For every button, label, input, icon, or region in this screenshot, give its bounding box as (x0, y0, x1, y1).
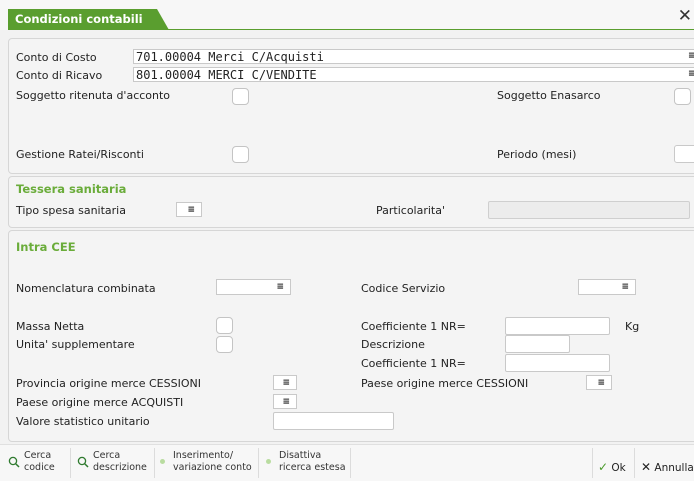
particolarita-label: Particolarita' (376, 204, 446, 217)
descrizione-field[interactable] (505, 335, 570, 353)
enasarco-label: Soggetto Enasarco (497, 89, 601, 102)
toolbar-separator (70, 448, 71, 478)
inserimento-line2: variazione conto (173, 462, 252, 473)
window-title: Condizioni contabili (8, 9, 169, 30)
particolarita-field (488, 201, 690, 219)
enasarco-checkbox[interactable] (674, 88, 691, 105)
conto-ricavo-label: Conto di Ricavo (16, 69, 103, 82)
tessera-title: Tessera sanitaria (16, 182, 127, 196)
conto-ricavo-field[interactable]: 801.00004 MERCI C/VENDITE (133, 67, 694, 82)
cerca-codice-line1: Cerca (24, 450, 52, 461)
massa-netta-checkbox[interactable] (216, 317, 233, 334)
coefficiente2-label: Coefficiente 1 NR= (361, 357, 466, 370)
ratei-checkbox[interactable] (232, 146, 249, 163)
conto-ricavo-menu-icon[interactable]: ≡ (688, 69, 694, 79)
annulla-label: Annulla (654, 462, 694, 474)
intra-title: Intra CEE (16, 240, 76, 254)
menu-icon: ≡ (282, 378, 290, 388)
coefficiente1-field[interactable] (505, 317, 610, 335)
conto-costo-label: Conto di Costo (16, 51, 97, 64)
toolbar-separator (258, 448, 259, 478)
coefficiente1-label: Coefficiente 1 NR= (361, 320, 466, 333)
provincia-cessioni-select[interactable]: ≡ (273, 375, 297, 390)
ritenuta-label: Soggetto ritenuta d'acconto (16, 89, 171, 102)
ok-label: Ok (611, 462, 626, 474)
ok-button[interactable]: ✓ Ok (598, 460, 626, 474)
conto-costo-menu-icon[interactable]: ≡ (688, 51, 694, 61)
nomenclatura-label: Nomenclatura combinata (16, 282, 156, 295)
close-icon: ✕ (641, 460, 652, 474)
massa-netta-label: Massa Netta (16, 320, 85, 333)
codice-servizio-select[interactable]: ≡ (578, 279, 636, 295)
status-dot-icon (266, 459, 271, 464)
paese-cessioni-label: Paese origine merce CESSIONI (361, 377, 529, 390)
cerca-codice-line2: codice (24, 462, 55, 473)
toolbar-separator (154, 448, 155, 478)
toolbar-separator (350, 448, 351, 478)
search-icon (77, 456, 89, 468)
inserimento-line1: Inserimento/ (173, 450, 234, 461)
menu-icon: ≡ (187, 205, 195, 215)
descrizione-label: Descrizione (361, 338, 425, 351)
provincia-cessioni-label: Provincia origine merce CESSIONI (16, 377, 201, 390)
tipo-spesa-label: Tipo spesa sanitaria (16, 204, 126, 217)
paese-acquisti-label: Paese origine merce ACQUISTI (16, 396, 184, 409)
tipo-spesa-select[interactable]: ≡ (176, 202, 202, 217)
disattiva-line1: Disattiva (279, 450, 322, 461)
conto-costo-field[interactable]: 701.00004 Merci C/Acquisti (133, 49, 694, 64)
kg-label: Kg (625, 320, 640, 333)
menu-icon: ≡ (276, 282, 284, 292)
cerca-descrizione-line1: Cerca (93, 450, 121, 461)
nomenclatura-select[interactable]: ≡ (216, 279, 291, 295)
unita-supplementare-checkbox[interactable] (216, 336, 233, 353)
toolbar-separator (634, 448, 635, 478)
menu-icon: ≡ (282, 397, 290, 407)
ratei-label: Gestione Ratei/Risconti (16, 148, 144, 161)
title-underline (8, 29, 694, 30)
ritenuta-checkbox[interactable] (232, 88, 249, 105)
disattiva-line2: ricerca estesa (279, 462, 346, 473)
valore-statistico-label: Valore statistico unitario (16, 415, 150, 428)
unita-supplementare-label: Unita' supplementare (16, 338, 135, 351)
panel-intra (8, 230, 694, 442)
close-icon[interactable]: ✕ (678, 6, 692, 26)
periodo-field[interactable] (674, 145, 694, 163)
menu-icon: ≡ (621, 282, 629, 292)
toolbar-separator (592, 448, 593, 478)
status-dot-icon (160, 459, 165, 464)
paese-acquisti-select[interactable]: ≡ (273, 394, 297, 409)
annulla-button[interactable]: ✕ Annulla (641, 460, 694, 474)
codice-servizio-label: Codice Servizio (361, 282, 446, 295)
menu-icon: ≡ (597, 378, 605, 388)
check-icon: ✓ (598, 460, 609, 474)
paese-cessioni-select[interactable]: ≡ (586, 375, 612, 390)
coefficiente2-field[interactable] (505, 354, 610, 372)
valore-statistico-field[interactable] (273, 412, 394, 430)
periodo-label: Periodo (mesi) (497, 148, 577, 161)
cerca-descrizione-line2: descrizione (93, 462, 147, 473)
search-icon (8, 456, 20, 468)
